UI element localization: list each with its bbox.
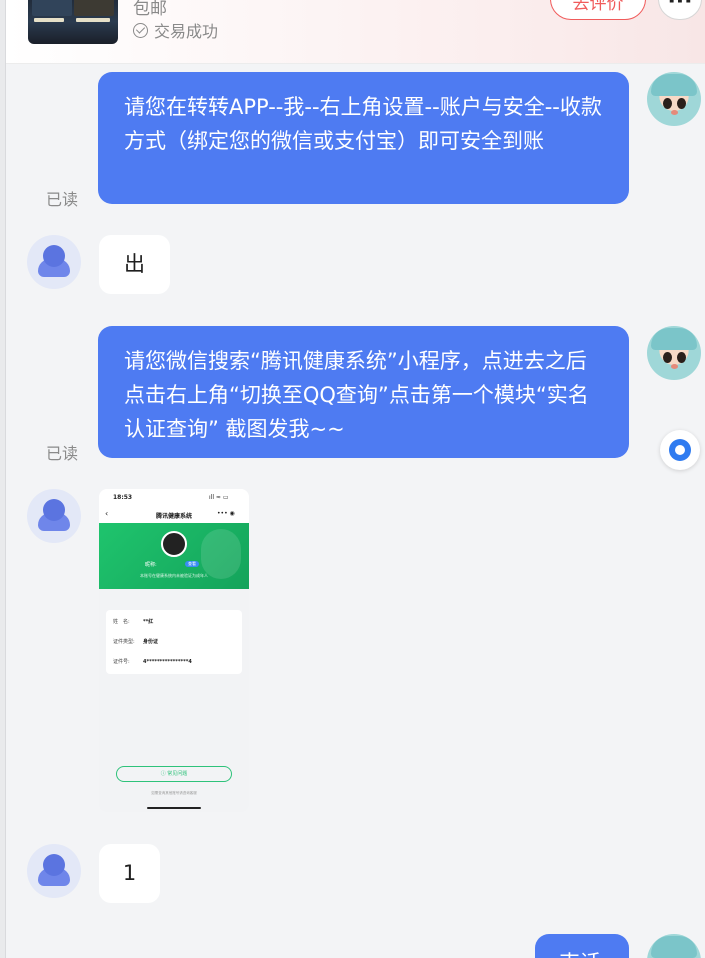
profile-picture (161, 531, 187, 557)
message-bubble-self[interactable]: 请您微信搜索“腾讯健康系统”小程序，点进去之后点击右上角“切换至QQ查询”点击第… (98, 326, 629, 458)
read-receipt: 已读 (46, 444, 79, 463)
menu-icon: ••• ◉ (217, 510, 235, 517)
field-value: **红 (143, 619, 154, 625)
signal-icon: ıll ≈ ▭ (209, 494, 229, 501)
avatar-eye (677, 352, 686, 363)
message-bubble-user[interactable]: 出 (99, 235, 170, 294)
more-button[interactable]: ··· (658, 0, 702, 20)
identity-card: 姓 名: **红 证件类型: 身份证 证件号: 4****************4 (106, 610, 242, 674)
product-thumbnail[interactable] (28, 0, 118, 44)
user-avatar[interactable] (27, 844, 81, 898)
review-button[interactable]: 去评价 (550, 0, 646, 20)
identity-row: 证件类型: 身份证 (113, 638, 158, 645)
field-key: 证件号: (113, 659, 130, 665)
thumbnail-text (34, 18, 64, 22)
identity-row: 证件号: 4****************4 (113, 658, 192, 665)
phone-time: 18:53 (113, 494, 133, 501)
avatar-eye (677, 98, 686, 109)
phone-status-bar: 18:53 ıll ≈ ▭ (99, 489, 249, 507)
user-avatar[interactable] (27, 235, 81, 289)
assistant-icon (669, 439, 691, 461)
check-circle-icon (133, 22, 148, 38)
avatar-head (43, 499, 65, 521)
self-avatar[interactable] (647, 934, 701, 958)
field-value: 身份证 (143, 639, 159, 645)
avatar-hood (651, 74, 697, 96)
message-bubble-user[interactable]: 1 (99, 844, 160, 903)
left-panel-edge (0, 0, 6, 958)
image-message[interactable]: 18:53 ıll ≈ ▭ ‹ 腾讯健康系统 ••• ◉ 昵称: 查看 本账号在… (99, 489, 249, 812)
avatar-hood (651, 936, 697, 958)
thumbnail-text (76, 18, 110, 22)
order-banner[interactable]: 包邮 交易成功 去评价 ··· (6, 0, 705, 64)
read-receipt: 已读 (46, 190, 79, 209)
user-avatar[interactable] (27, 489, 81, 543)
field-value: 4****************4 (143, 659, 192, 665)
avatar-nose (671, 110, 678, 115)
home-indicator (147, 807, 201, 809)
avatar-eye (663, 98, 672, 109)
footer-text: 如需查询其他账号请咨询客服 (151, 791, 197, 795)
self-avatar[interactable] (647, 72, 701, 126)
avatar-head (43, 245, 65, 267)
order-status-text: 交易成功 (154, 22, 219, 41)
identity-row: 姓 名: **红 (113, 618, 153, 625)
message-bubble-self[interactable]: 束话 (535, 934, 629, 958)
shield-icon (201, 529, 241, 579)
message-bubble-self[interactable]: 请您在转转APP--我--右上角设置--账户与安全--收款方式（绑定您的微信或支… (98, 72, 629, 204)
avatar-hood (651, 328, 697, 350)
order-status: 交易成功 (133, 18, 218, 42)
thumbnail-pane (74, 0, 114, 16)
field-key: 姓 名: (113, 619, 130, 625)
avatar-eye (663, 352, 672, 363)
self-avatar[interactable] (647, 326, 701, 380)
avatar-head (43, 854, 65, 876)
view-tag: 查看 (185, 561, 199, 567)
avatar-nose (671, 364, 678, 369)
faq-button: ⓘ 常见问题 (116, 766, 232, 782)
shipping-label: 包邮 (133, 0, 167, 19)
phone-nav-bar: ‹ 腾讯健康系统 ••• ◉ (99, 507, 249, 523)
profile-subtitle: 本账号在健康系统内未被验证为成年人 (140, 573, 208, 578)
profile-header: 昵称: 查看 本账号在健康系统内未被验证为成年人 (99, 523, 249, 589)
field-key: 证件类型: (113, 639, 135, 645)
nickname-label: 昵称: (145, 562, 157, 568)
floating-assistant-button[interactable] (660, 430, 700, 470)
thumbnail-pane (32, 0, 72, 16)
